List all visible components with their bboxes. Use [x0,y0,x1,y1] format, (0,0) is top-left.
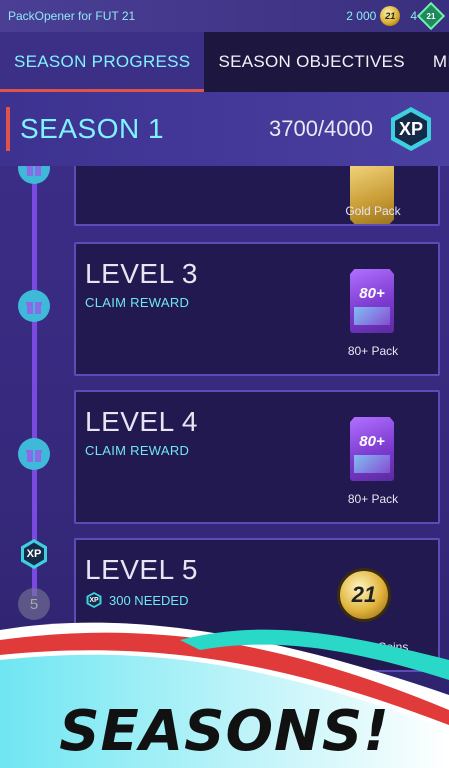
app-title: PackOpener for FUT 21 [8,9,136,23]
coins-amount: 2 000 [346,9,377,23]
level-title: LEVEL 4 [85,406,198,437]
promo-headline: SEASONS! [59,699,390,764]
level-card-3[interactable]: LEVEL 3 CLAIM REWARD 80+ 80+ Pack [74,242,440,376]
level-title: LEVEL 3 [85,258,198,289]
claim-reward-link[interactable]: CLAIM REWARD [85,443,189,458]
tab-bar: SEASON PROGRESS SEASON OBJECTIVES MILEST… [0,32,449,92]
season-header: SEASON 1 3700/4000 XP [0,92,449,166]
claim-reward-link[interactable]: CLAIM REWARD [85,295,189,310]
season-title: SEASON 1 [20,113,165,144]
gift-icon [18,290,50,322]
gift-icon [18,438,50,470]
level-title: LEVEL 5 [85,554,198,585]
reward-label: 80+ Pack [347,492,399,506]
season-accent-bar [6,107,10,151]
tab-milestones[interactable]: MILESTONES [419,32,449,92]
timeline-line [32,166,37,596]
top-bar: PackOpener for FUT 21 2 000 21 4 21 [0,0,449,32]
tab-season-objectives[interactable]: SEASON OBJECTIVES [204,32,418,92]
gems-counter: 4 21 [410,1,446,31]
coin-icon: 21 [380,6,401,26]
season-xp-progress: 3700/4000 [269,116,373,141]
pack-80-image: 80+ [350,417,394,481]
xp-icon: XP [387,105,435,153]
coins-counter: 2 000 21 [346,6,401,26]
gift-icon [18,166,50,184]
reward-label: Gold Pack [345,204,401,218]
xp-node-icon: XP [18,538,50,570]
level-card-2[interactable]: Gold Pack [74,166,440,226]
level-card-4[interactable]: LEVEL 4 CLAIM REWARD 80+ 80+ Pack [74,390,440,524]
pack-80-image: 80+ [350,269,394,333]
gem-icon: 21 [416,1,446,31]
tab-season-progress[interactable]: SEASON PROGRESS [0,32,205,92]
reward-label: 80+ Pack [347,344,399,358]
